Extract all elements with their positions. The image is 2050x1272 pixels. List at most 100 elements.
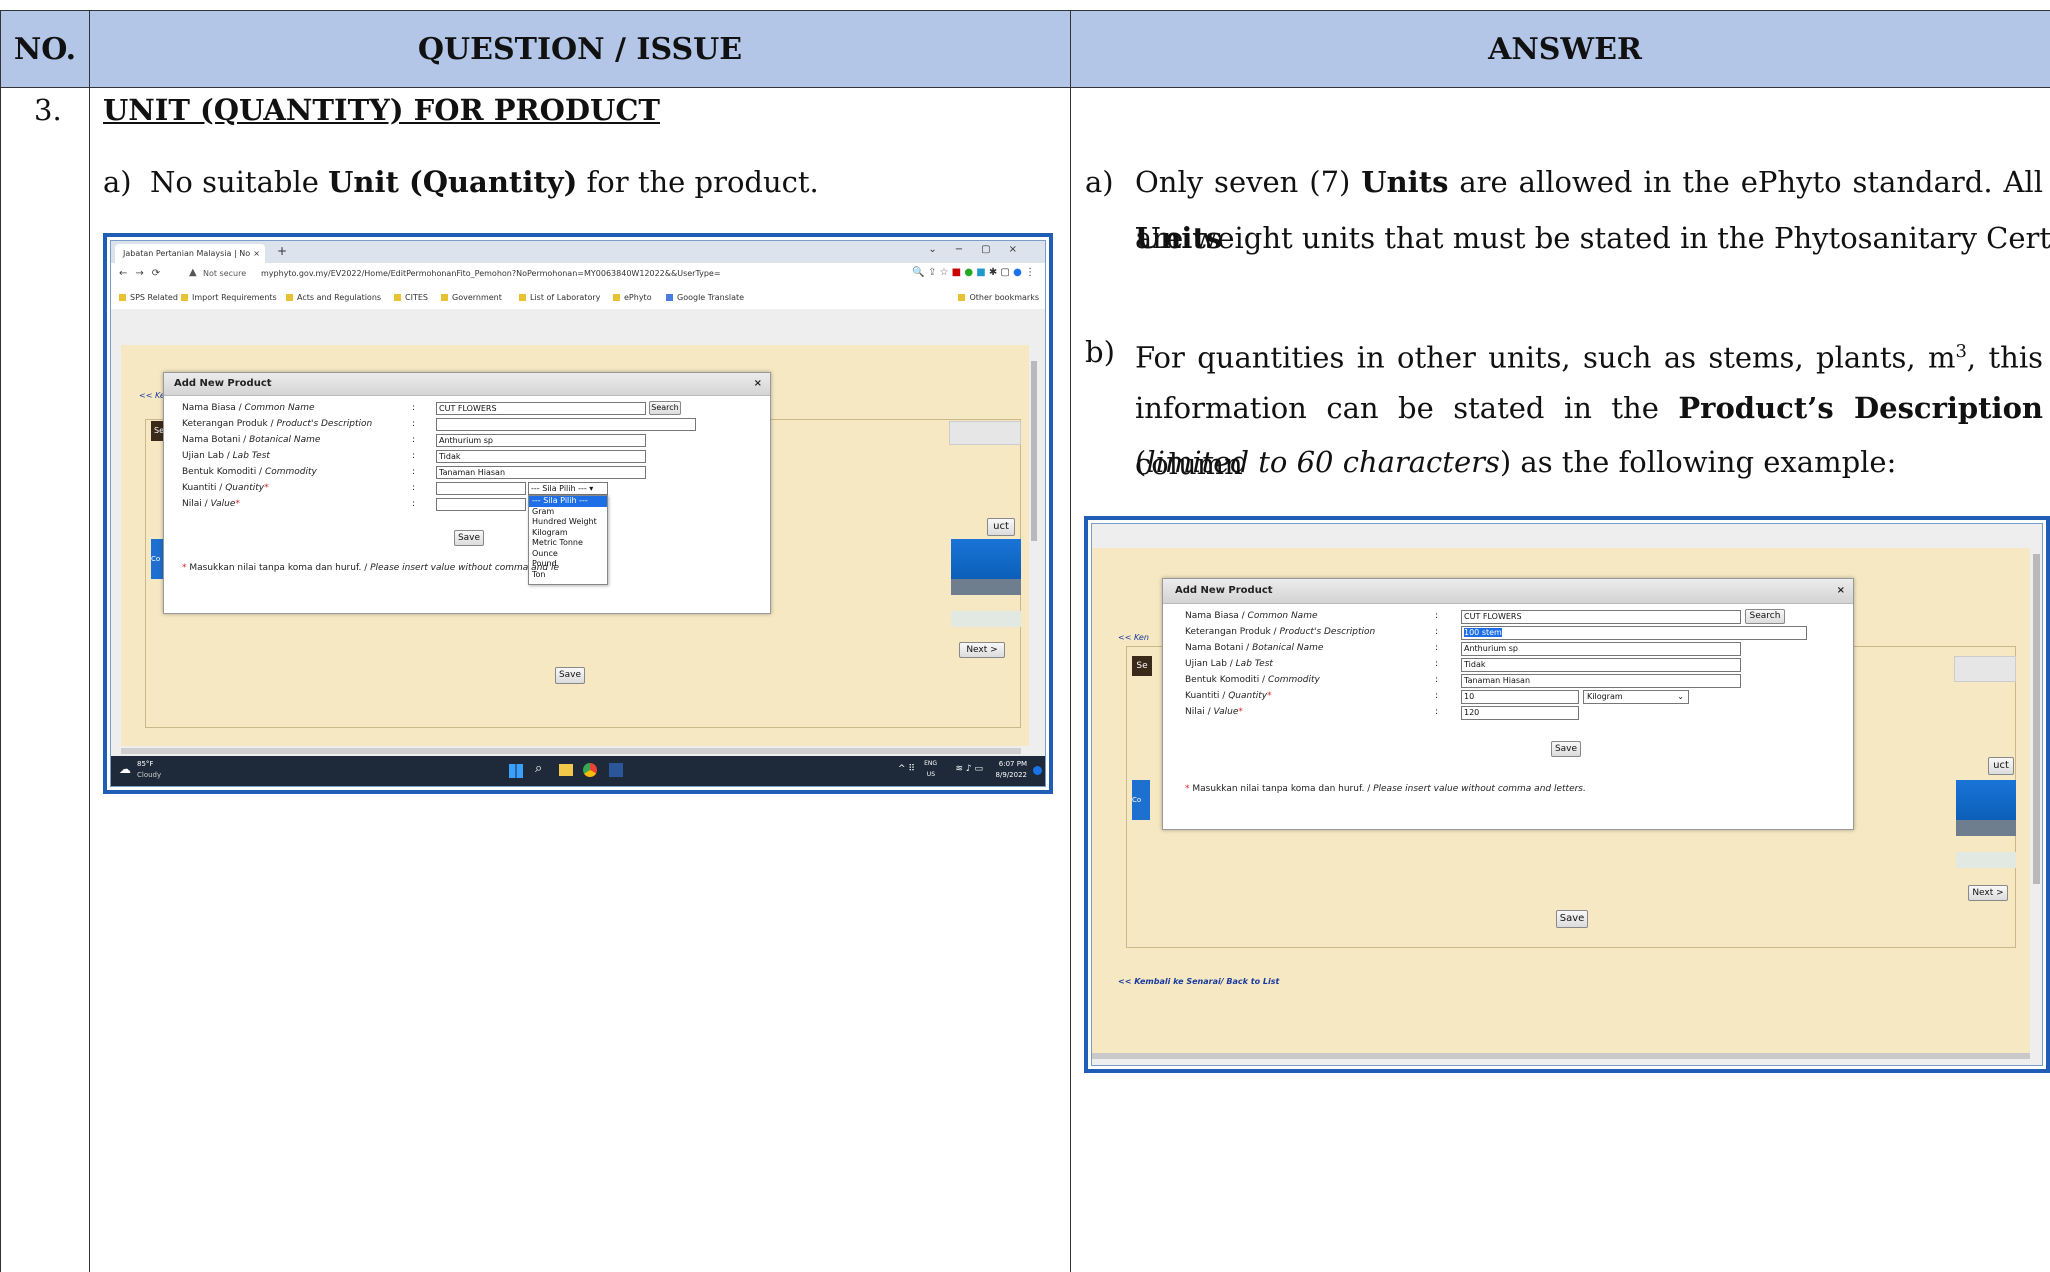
unit-select[interactable]: --- Sila Pilih --- ▾ [528,482,608,495]
answer-b-text1: For quantities in other units, such as s… [1135,340,1956,375]
network-volume-icons[interactable]: ≋ ♪ ▭ [955,764,983,774]
botanical-name-input[interactable]: Anthurium sp [1461,642,1741,656]
other-bookmarks[interactable]: Other bookmarks [958,293,1039,302]
dropdown-option[interactable]: Ounce [529,549,607,560]
windows-start-icon[interactable] [509,764,523,778]
botanical-name-input[interactable]: Anthurium sp [436,434,646,447]
dialog-save-button[interactable]: Save [454,530,484,546]
bookmark-item[interactable]: Government [441,293,502,302]
field-label: Nilai / Value* [1185,707,1243,717]
back-link[interactable]: << Ken [1118,633,1149,642]
common-name-input[interactable]: CUT FLOWERS [436,402,646,415]
field-label: Keterangan Produk / Product's Descriptio… [1185,627,1376,637]
word-icon[interactable] [609,763,623,777]
commodity-input[interactable]: Tanaman Hiasan [1461,674,1741,688]
se-label: Se [1136,661,1148,671]
extension-icons[interactable]: 🔍 ⇪ ☆ ■ ● ■ ✱ ▢ ● ⋮ [912,267,1035,278]
close-icon[interactable]: × [754,373,762,395]
left-blue-bar: Co [1132,780,1150,820]
field-label: Keterangan Produk / Product's Descriptio… [182,419,373,429]
back-to-list-link[interactable]: << Kembali ke Senarai/ Back to List [1118,977,1279,986]
next-button[interactable]: Next > [1968,885,2008,901]
value-input[interactable] [436,498,526,511]
quantity-input[interactable]: 10 [1461,690,1579,704]
common-name-input[interactable]: CUT FLOWERS [1461,610,1741,624]
page-save-button[interactable]: Save [1556,910,1588,928]
window-controls[interactable]: ⌄−▢× [928,244,1035,255]
lab-test-input[interactable]: Tidak [1461,658,1741,672]
field-colon: : [1435,611,1439,621]
cloud-icon: ☁ [119,762,131,776]
bookmark-item[interactable]: List of Laboratory [519,293,600,302]
answer-a-text2: are allowed in the ePhyto standard. All [1448,165,2043,199]
table-border-left [0,10,1,1272]
dialog-title-bar: Add New Product × [1163,579,1853,604]
answer-b-text2: , this [1966,340,2043,375]
product-button-partial[interactable]: uct [1988,757,2014,775]
url-text[interactable]: myphyto.gov.my/EV2022/Home/EditPermohona… [261,269,721,278]
vertical-scrollbar[interactable] [2033,554,2040,884]
bookmark-item[interactable]: CITES [394,293,428,302]
bookmark-item[interactable]: SPS Related [119,293,178,302]
horizontal-scrollbar[interactable] [1092,1053,2030,1059]
nav-buttons[interactable]: ←→⟳ [119,268,168,279]
screenshot-add-product-dropdown: Jabatan Pertanian Malaysia | No × + ⌄−▢× … [103,233,1053,794]
search-button[interactable]: Search [649,401,681,415]
browser-tab[interactable]: Jabatan Pertanian Malaysia | No × [115,244,265,263]
field-colon: : [1435,627,1439,637]
field-colon: : [412,451,416,461]
new-tab-icon[interactable]: + [277,244,287,258]
product-description-input[interactable] [436,418,696,431]
field-colon: : [1435,659,1439,669]
chrome-icon[interactable] [583,763,597,777]
document-page: NO. QUESTION / ISSUE ANSWER 3. UNIT (QUA… [0,0,2050,1272]
dropdown-option[interactable]: --- Sila Pilih --- [529,496,607,507]
next-button[interactable]: Next > [959,642,1005,658]
close-icon[interactable]: × [253,244,260,263]
answer-a-line2: are weight units that must be stated in … [1135,221,2050,255]
dropdown-option[interactable]: Gram [529,507,607,518]
dropdown-option[interactable]: Hundred Weight [529,517,607,528]
bookmark-item[interactable]: Import Requirements [181,293,277,302]
field-colon: : [412,483,416,493]
field-label: Kuantiti / Quantity* [182,483,269,493]
answer-b-text5: ) as the following example: [1499,445,1897,479]
dialog-title: Add New Product [1175,585,1273,596]
description-selected-text: 100 stem [1464,628,1502,637]
close-icon[interactable]: × [1837,579,1845,603]
warning-icon: ▲ [189,267,197,278]
unit-select[interactable]: Kilogram ⌄ [1583,690,1689,704]
notification-icon[interactable] [1033,766,1042,775]
vertical-scrollbar[interactable] [1031,361,1037,541]
value-input[interactable]: 120 [1461,706,1579,720]
right-gray-bar [951,579,1021,595]
bookmark-item[interactable]: Google Translate [666,293,744,302]
dropdown-option[interactable]: Kilogram [529,528,607,539]
product-description-input[interactable]: 100 stem [1461,626,1807,640]
field-colon: : [412,435,416,445]
header-answer-text: ANSWER [1488,31,1642,67]
dropdown-option[interactable]: Metric Tonne [529,538,607,549]
field-colon: : [1435,691,1439,701]
language-indicator[interactable]: ENG [924,760,937,767]
tray-icons[interactable]: ^ ⠿ [898,764,915,774]
page-save-button[interactable]: Save [555,667,585,684]
bookmark-item[interactable]: Acts and Regulations [286,293,381,302]
answer-b-italic: limited to 60 characters [1146,445,1500,479]
product-button-partial[interactable]: uct [987,518,1015,536]
add-product-dialog: Add New Product × Nama Biasa / Common Na… [1162,578,1854,830]
lab-test-input[interactable]: Tidak [436,450,646,463]
horizontal-scrollbar[interactable] [121,748,1021,754]
search-icon[interactable]: ⌕ [535,761,542,776]
screenshot-add-product-example: Se Co uct Next > Save << Ken << Kembali … [1084,516,2050,1073]
file-explorer-icon[interactable] [559,764,573,776]
language-region: US [926,771,935,778]
search-button[interactable]: Search [1745,609,1785,624]
field-colon: : [412,419,416,429]
commodity-input[interactable]: Tanaman Hiasan [436,466,646,479]
dialog-save-button[interactable]: Save [1551,741,1581,757]
clock-time: 6:07 PM [998,760,1027,768]
quantity-input[interactable] [436,482,526,495]
bookmark-item[interactable]: ePhyto [613,293,652,302]
field-colon: : [412,467,416,477]
